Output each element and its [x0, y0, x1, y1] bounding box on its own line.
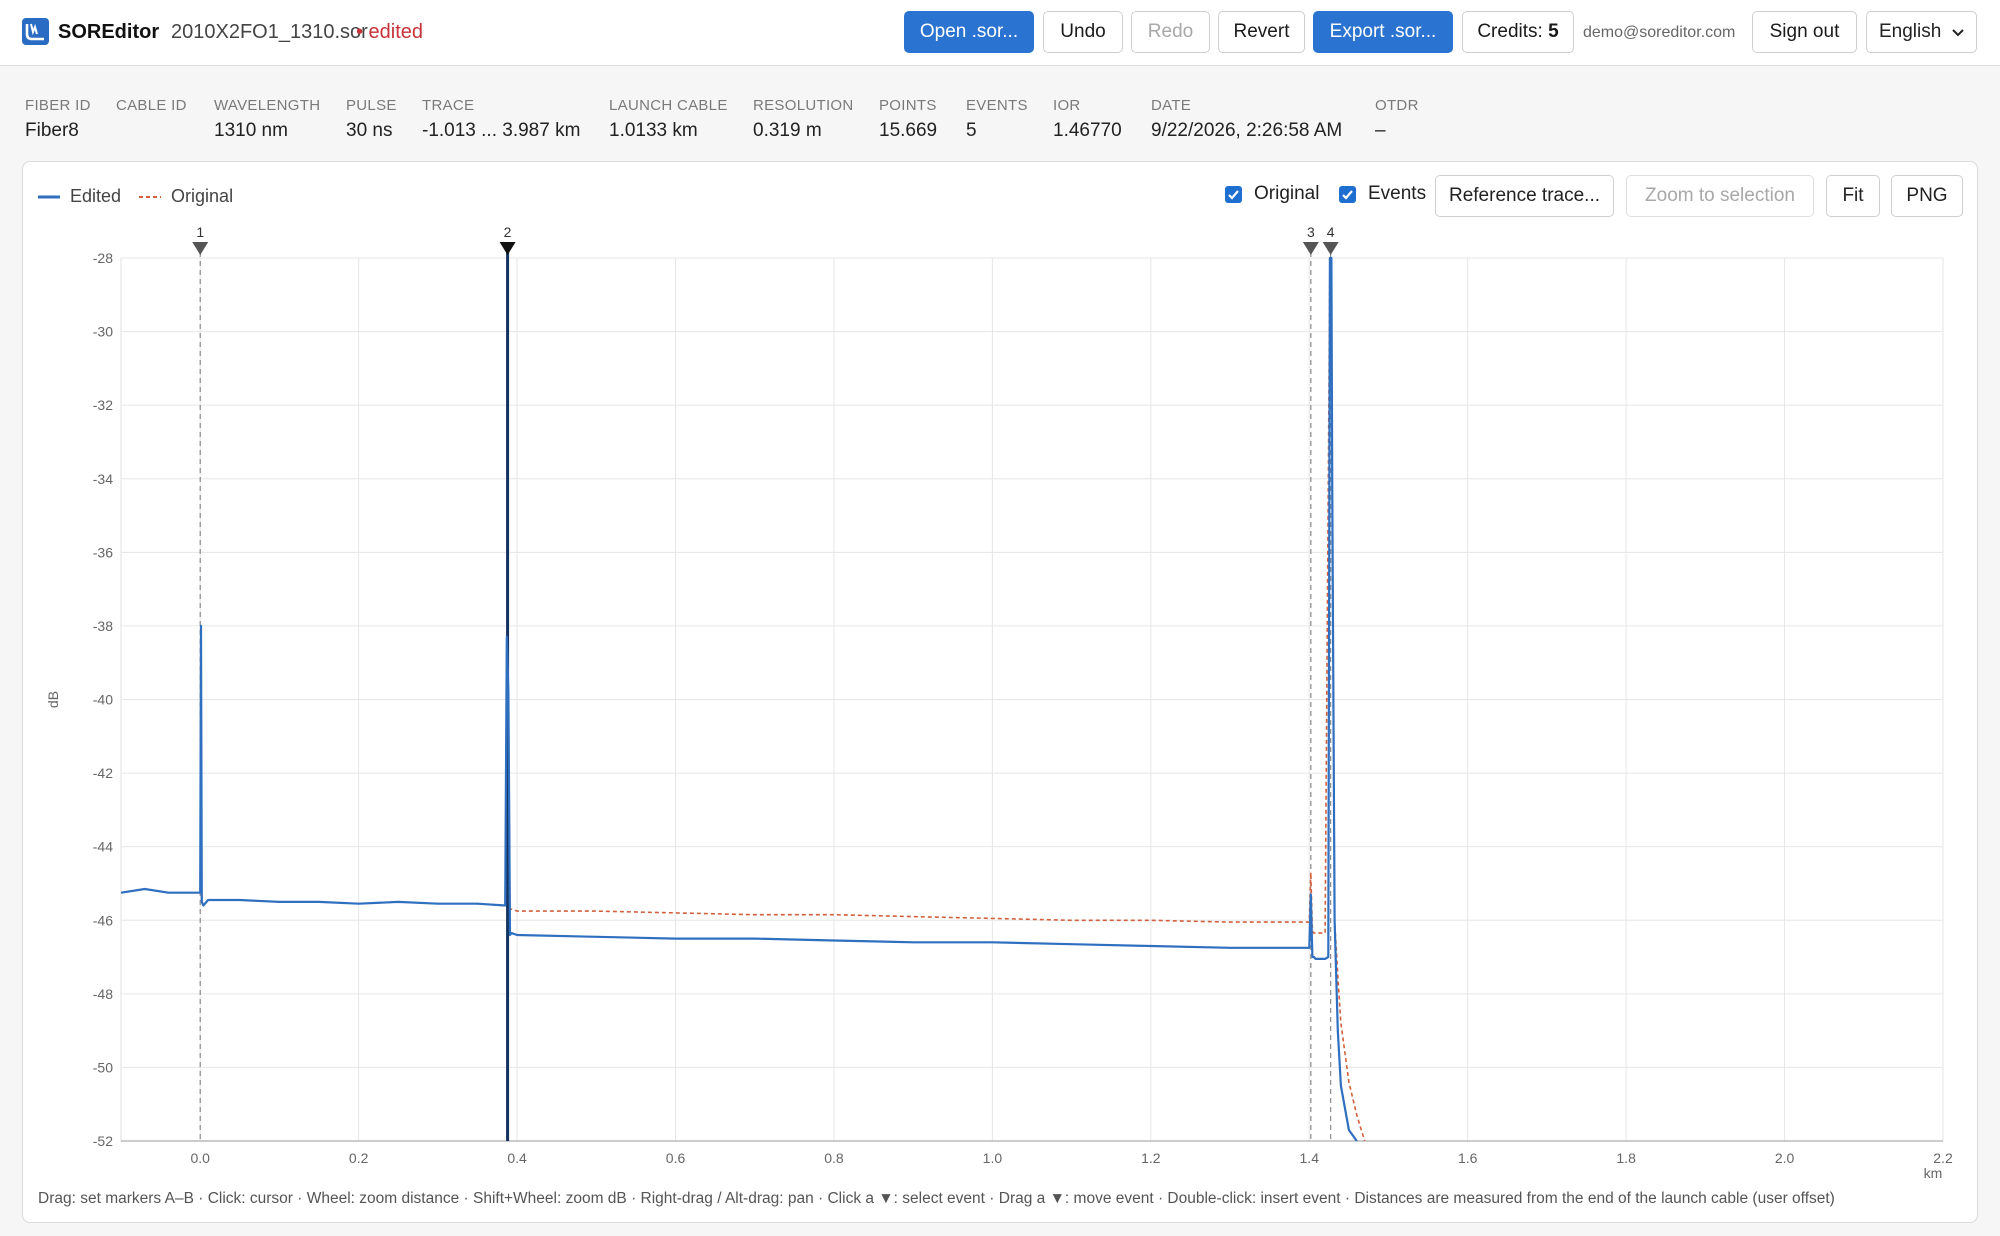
- x-tick-label: 1.6: [1458, 1150, 1478, 1166]
- x-axis-label: km: [1924, 1165, 1943, 1181]
- x-tick-label: 0.8: [824, 1150, 844, 1166]
- y-tick-label: -28: [93, 250, 113, 266]
- x-tick-label: 0.0: [190, 1150, 210, 1166]
- x-tick-label: 1.2: [1141, 1150, 1161, 1166]
- event-marker-label: 2: [504, 224, 512, 240]
- y-tick-label: -36: [93, 544, 113, 560]
- y-tick-label: -48: [93, 986, 113, 1002]
- x-tick-label: 0.2: [349, 1150, 369, 1166]
- interaction-hint: Drag: set markers A–B · Click: cursor · …: [38, 1190, 1835, 1207]
- x-tick-label: 0.4: [507, 1150, 527, 1166]
- y-tick-label: -42: [93, 765, 113, 781]
- x-tick-label: 2.0: [1775, 1150, 1795, 1166]
- event-marker-label: 4: [1327, 224, 1335, 240]
- y-axis-label: dB: [45, 691, 61, 708]
- y-tick-label: -32: [93, 397, 113, 413]
- x-tick-label: 0.6: [666, 1150, 686, 1166]
- y-tick-label: -40: [93, 692, 113, 708]
- y-tick-label: -52: [93, 1133, 113, 1149]
- y-tick-label: -44: [93, 839, 113, 855]
- event-marker-label: 1: [196, 224, 204, 240]
- otdr-trace-chart[interactable]: 0.0 0.2 0.4 0.6 0.8 1.0 1.2 1.4 1.6 1.8 2.0 2.2 -28 -…: [0, 0, 2000, 1236]
- x-tick-label: 2.2: [1933, 1150, 1953, 1166]
- event-marker-triangle-icon[interactable]: [499, 242, 516, 255]
- event-marker-triangle-icon[interactable]: [192, 242, 209, 255]
- y-tick-label: -30: [93, 324, 113, 340]
- x-tick-label: 1.0: [983, 1150, 1003, 1166]
- event-marker-triangle-icon[interactable]: [1302, 242, 1319, 255]
- x-tick-label: 1.4: [1300, 1150, 1320, 1166]
- y-tick-label: -38: [93, 618, 113, 634]
- x-tick-label: 1.8: [1616, 1150, 1636, 1166]
- event-marker-label: 3: [1307, 224, 1315, 240]
- y-tick-label: -34: [93, 471, 113, 487]
- y-tick-label: -46: [93, 912, 113, 928]
- y-tick-label: -50: [93, 1059, 113, 1075]
- event-marker-triangle-icon[interactable]: [1322, 242, 1339, 255]
